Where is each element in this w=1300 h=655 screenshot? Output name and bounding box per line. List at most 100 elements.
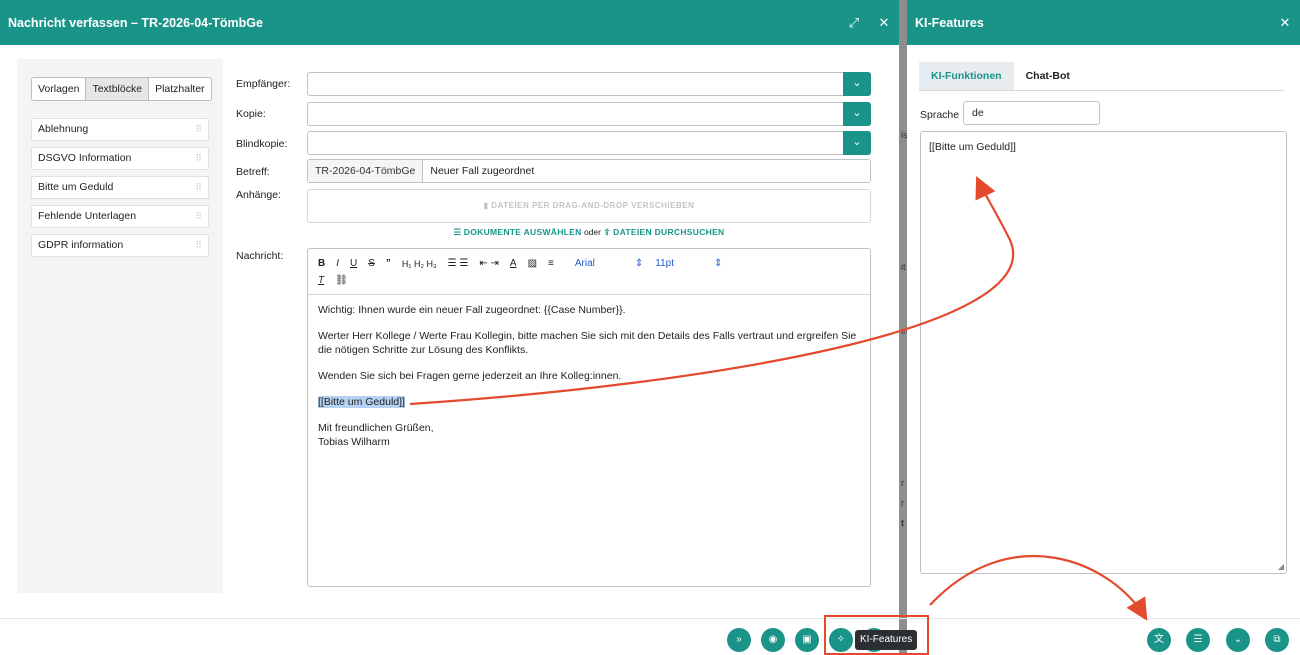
text-block-item[interactable]: Fehlende Unterlagen ⠿ <box>31 205 209 228</box>
resize-handle-icon[interactable]: ◢ <box>1278 562 1284 571</box>
subject-input[interactable]: Neuer Fall zugeordnet <box>423 160 534 182</box>
subject-label: Betreff: <box>236 166 270 178</box>
list-icon: ☰ <box>453 227 462 237</box>
drag-handle-icon[interactable]: ⠿ <box>195 177 202 198</box>
expand-icon[interactable]: ⤢ <box>839 15 869 31</box>
text-block-item[interactable]: Ablehnung ⠿ <box>31 118 209 141</box>
peek-text: r <box>901 498 904 508</box>
text-block-list: Ablehnung ⠿ DSGVO Information ⠿ Bitte um G… <box>31 118 209 263</box>
clear-format-icon[interactable]: T <box>318 275 324 286</box>
to-label: Empfänger: <box>236 78 291 90</box>
body-paragraph: Wichtig: Ihnen wurde ein neuer Fall zuge… <box>318 304 626 316</box>
body-paragraph: Werter Herr Kollege / Werte Frau Kollegi… <box>318 330 857 356</box>
peek-text: r <box>901 478 904 488</box>
subject-prefix: TR-2026-04-TömbGe <box>308 160 424 182</box>
closing-line: Mit freundlichen Grüßen, <box>318 422 434 434</box>
bottom-action-bar <box>0 618 1300 655</box>
ai-text-content: [[Bitte um Geduld]] <box>929 141 1016 153</box>
drag-handle-icon[interactable]: ⠿ <box>195 148 202 169</box>
tab-chat-bot[interactable]: Chat-Bot <box>1014 62 1082 90</box>
font-family-select[interactable]: Arial <box>575 258 595 269</box>
cc-field[interactable]: ⌄ <box>307 102 871 126</box>
bold-icon[interactable]: B <box>318 258 325 269</box>
drag-handle-icon[interactable]: ⠿ <box>195 119 202 140</box>
chevrons-down-icon[interactable]: ⌄ <box>1226 628 1250 652</box>
sidebar-tabs: Vorlagen Textblöcke Platzhalter <box>31 77 212 101</box>
dropzone-text: DATEIEN PER DRAG-AND-DROP VERSCHIEBEN <box>491 201 695 210</box>
text-block-item[interactable]: GDPR information ⠿ <box>31 234 209 257</box>
chevron-down-icon[interactable]: ⌄ <box>843 131 871 155</box>
editor-toolbar: B I U S ” H₁ H₂ H₃ ☰ ☰ ⇤ ⇥ A ▨ ≡ Arial ⇕… <box>308 249 870 295</box>
tab-ki-funktionen[interactable]: KI-Funktionen <box>919 62 1014 90</box>
compose-titlebar: Nachricht verfassen – TR-2026-04-TömbGe … <box>0 0 899 45</box>
link-icon[interactable]: ⛓ <box>335 275 348 286</box>
strikethrough-icon[interactable]: S <box>368 258 375 269</box>
text-block-label: GDPR information <box>38 239 124 251</box>
template-sidebar: Vorlagen Textblöcke Platzhalter Ablehnun… <box>17 59 223 593</box>
tab-textbloecke[interactable]: Textblöcke <box>86 78 150 100</box>
preview-eye-icon[interactable]: ◉ <box>761 628 785 652</box>
compose-window: Nachricht verfassen – TR-2026-04-TömbGe … <box>0 0 899 655</box>
cc-label: Kopie: <box>236 108 266 120</box>
attachment-dropzone[interactable]: ▮ DATEIEN PER DRAG-AND-DROP VERSCHIEBEN <box>307 189 871 223</box>
peek-text: t <box>901 518 904 528</box>
tab-platzhalter[interactable]: Platzhalter <box>149 78 211 100</box>
compose-title: Nachricht verfassen – TR-2026-04-TömbGe <box>8 15 263 30</box>
list-icon[interactable]: ☰ <box>1186 628 1210 652</box>
or-text: oder <box>583 227 601 237</box>
text-block-label: DSGVO Information <box>38 152 132 164</box>
translate-icon[interactable]: 文 <box>1147 628 1171 652</box>
signature-line: Tobias Wilharm <box>318 436 390 448</box>
language-input[interactable]: de <box>963 101 1100 125</box>
language-label: Sprache <box>920 109 960 121</box>
bcc-field[interactable]: ⌄ <box>307 131 871 155</box>
attachments-label: Anhänge: <box>236 189 281 201</box>
indent-icon[interactable]: ⇤ ⇥ <box>479 258 499 269</box>
attachment-actions: ☰ DOKUMENTE AUSWÄHLEN oder ⇪ DATEIEN DUR… <box>307 227 871 238</box>
heading1-icon[interactable]: H₁ H₂ H₃ <box>402 259 437 269</box>
chevron-down-icon[interactable]: ⌄ <box>843 72 871 96</box>
select-documents-link[interactable]: DOKUMENTE AUSWÄHLEN <box>464 227 582 237</box>
editor-content[interactable]: Wichtig: Ihnen wurde ein neuer Fall zuge… <box>308 295 870 457</box>
text-block-item[interactable]: DSGVO Information ⠿ <box>31 147 209 170</box>
chevron-updown-icon[interactable]: ⇕ <box>714 258 722 269</box>
tab-vorlagen[interactable]: Vorlagen <box>32 78 87 100</box>
peek-text: it <box>901 262 906 272</box>
bcc-label: Blindkopie: <box>236 138 288 150</box>
chevron-down-icon[interactable]: ⌄ <box>843 102 871 126</box>
align-icon[interactable]: ≡ <box>548 258 554 269</box>
close-icon[interactable]: ✕ <box>1270 15 1300 31</box>
save-icon[interactable]: ▣ <box>795 628 819 652</box>
copy-icon[interactable]: ⧉ <box>1265 628 1289 652</box>
browse-files-link[interactable]: DATEIEN DURCHSUCHEN <box>613 227 724 237</box>
ai-tabs: KI-Funktionen Chat-Bot <box>919 62 1284 91</box>
upload-icon: ⇪ <box>603 227 611 237</box>
message-editor[interactable]: B I U S ” H₁ H₂ H₃ ☰ ☰ ⇤ ⇥ A ▨ ≡ Arial ⇕… <box>307 248 871 587</box>
ordered-list-icon[interactable]: ☰ ☰ <box>448 258 469 269</box>
text-block-item[interactable]: Bitte um Geduld ⠿ <box>31 176 209 199</box>
ai-text-area[interactable]: [[Bitte um Geduld]] ◢ <box>920 131 1287 574</box>
underline-icon[interactable]: U <box>350 258 357 269</box>
ai-titlebar: KI-Features ✕ <box>907 0 1300 45</box>
font-size-select[interactable]: 11pt <box>655 258 674 269</box>
annotation-highlight-box <box>824 615 929 655</box>
chevron-updown-icon[interactable]: ⇕ <box>635 258 643 269</box>
file-icon: ▮ <box>483 201 489 210</box>
text-block-label: Bitte um Geduld <box>38 181 114 193</box>
text-color-icon[interactable]: A <box>510 258 517 269</box>
quote-icon[interactable]: ” <box>386 258 391 269</box>
to-field[interactable]: ⌄ <box>307 72 871 96</box>
ai-title: KI-Features <box>915 15 984 30</box>
drag-handle-icon[interactable]: ⠿ <box>195 235 202 256</box>
italic-icon[interactable]: I <box>336 258 339 269</box>
selected-placeholder[interactable]: [[Bitte um Geduld]] <box>318 396 405 408</box>
drag-handle-icon[interactable]: ⠿ <box>195 206 202 227</box>
send-icon[interactable]: » <box>727 628 751 652</box>
highlight-icon[interactable]: ▨ <box>528 258 537 269</box>
subject-field[interactable]: TR-2026-04-TömbGe Neuer Fall zugeordnet <box>307 159 871 183</box>
body-paragraph: Wenden Sie sich bei Fragen gerne jederze… <box>318 370 622 382</box>
close-icon[interactable]: ✕ <box>869 15 899 31</box>
ai-features-window: KI-Features ✕ KI-Funktionen Chat-Bot Spr… <box>907 0 1300 617</box>
text-block-label: Fehlende Unterlagen <box>38 210 137 222</box>
text-block-label: Ablehnung <box>38 123 89 135</box>
